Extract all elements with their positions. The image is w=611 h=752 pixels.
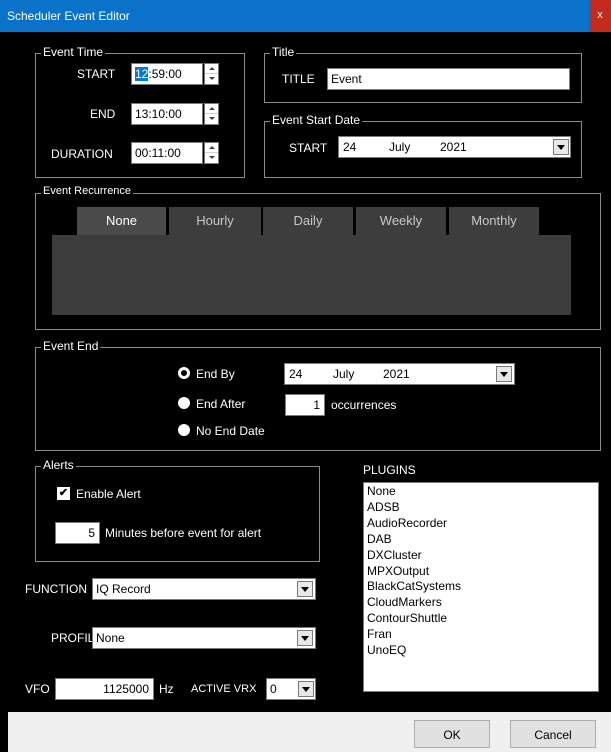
end-by-radio[interactable] xyxy=(178,367,190,379)
active-vrx-label: ACTIVE VRX xyxy=(191,683,257,695)
start-date-label: START xyxy=(289,141,328,155)
plugin-item[interactable]: DAB xyxy=(367,532,595,548)
tab-none[interactable]: None xyxy=(77,207,166,235)
function-select[interactable]: IQ Record xyxy=(92,578,316,600)
vfo-label: VFO xyxy=(25,682,50,696)
alerts-group: Alerts xyxy=(35,458,320,562)
close-button[interactable]: x xyxy=(589,0,611,32)
vfo-input[interactable]: 1125000 xyxy=(55,678,154,700)
title-legend: Title xyxy=(270,45,297,59)
no-end-date-label: No End Date xyxy=(196,424,265,438)
end-by-dropdown-button[interactable] xyxy=(496,366,512,382)
tab-monthly[interactable]: Monthly xyxy=(449,207,539,235)
plugin-item[interactable]: None xyxy=(367,484,595,500)
start-time-label: START xyxy=(77,67,116,81)
start-time-spinner[interactable] xyxy=(204,63,219,85)
alerts-legend: Alerts xyxy=(41,458,76,472)
title-bar[interactable]: Scheduler Event Editor x xyxy=(0,0,611,32)
active-vrx-dropdown-button[interactable] xyxy=(298,681,314,697)
tab-hourly[interactable]: Hourly xyxy=(169,207,261,235)
end-time-down[interactable] xyxy=(205,114,218,124)
tab-weekly[interactable]: Weekly xyxy=(356,207,446,235)
recurrence-tab-panel xyxy=(52,235,571,315)
function-dropdown-button[interactable] xyxy=(297,581,313,597)
plugin-item[interactable]: ADSB xyxy=(367,500,595,516)
start-date-day: 24 xyxy=(343,140,357,154)
occurrences-label: occurrences xyxy=(331,398,397,412)
event-end-legend: Event End xyxy=(41,339,101,353)
duration-spinner[interactable] xyxy=(204,142,219,164)
end-time-label: END xyxy=(90,107,116,121)
function-label: FUNCTION xyxy=(25,582,87,596)
enable-alert-label: Enable Alert xyxy=(76,487,141,501)
occurrences-input[interactable]: 1 xyxy=(285,394,325,416)
no-end-date-radio[interactable] xyxy=(178,424,190,436)
profile-select[interactable]: None xyxy=(92,627,316,649)
vfo-unit: Hz xyxy=(159,682,174,696)
event-recurrence-legend: Event Recurrence xyxy=(41,185,134,197)
event-time-legend: Event Time xyxy=(41,45,106,59)
plugin-item[interactable]: AudioRecorder xyxy=(367,516,595,532)
end-by-date-picker[interactable]: 24 July 2021 xyxy=(284,363,515,385)
plugins-label: PLUGINS xyxy=(363,463,416,477)
end-time-field[interactable]: 13:10:00 xyxy=(131,103,203,125)
plugin-item[interactable]: Fran xyxy=(367,627,595,643)
start-date-dropdown-button[interactable] xyxy=(553,139,569,155)
start-date-month: July xyxy=(389,140,411,154)
end-after-radio[interactable] xyxy=(178,397,190,409)
start-time-hours: 12 xyxy=(135,67,149,81)
duration-up[interactable] xyxy=(205,143,218,153)
plugin-item[interactable]: UnoEQ xyxy=(367,643,595,659)
plugin-item[interactable]: ContourShuttle xyxy=(367,611,595,627)
duration-field[interactable]: 00:11:00 xyxy=(131,142,203,164)
title-label: TITLE xyxy=(282,72,315,86)
window-title: Scheduler Event Editor xyxy=(7,9,130,23)
ok-button[interactable]: OK xyxy=(414,720,490,748)
end-by-label: End By xyxy=(196,367,235,381)
end-by-year: 2021 xyxy=(383,367,410,381)
profile-dropdown-button[interactable] xyxy=(297,630,313,646)
alert-minutes-input[interactable]: 5 xyxy=(55,522,100,544)
start-time-rest: :59:00 xyxy=(148,67,182,81)
enable-alert-checkbox[interactable]: ✔ xyxy=(57,487,70,500)
start-time-field[interactable]: 12:59:00 xyxy=(131,63,203,85)
start-date-picker[interactable]: 24 July 2021 xyxy=(338,136,571,158)
plugin-item[interactable]: CloudMarkers xyxy=(367,595,595,611)
end-by-day: 24 xyxy=(289,367,303,381)
alert-minutes-label: Minutes before event for alert xyxy=(105,526,262,540)
scheduler-event-editor-window: Scheduler Event Editor x Event Time STAR… xyxy=(0,0,611,752)
start-date-year: 2021 xyxy=(440,140,467,154)
event-start-date-legend: Event Start Date xyxy=(270,113,363,127)
end-time-up[interactable] xyxy=(205,104,218,114)
start-time-down[interactable] xyxy=(205,74,218,84)
plugin-item[interactable]: MPXOutput xyxy=(367,564,595,580)
duration-label: DURATION xyxy=(51,147,113,161)
plugin-item[interactable]: BlackCatSystems xyxy=(367,579,595,595)
start-time-up[interactable] xyxy=(205,64,218,74)
cancel-button[interactable]: Cancel xyxy=(510,720,596,748)
title-input[interactable]: Event xyxy=(327,68,570,90)
plugins-list[interactable]: None ADSB AudioRecorder DAB DXCluster MP… xyxy=(363,482,599,692)
duration-down[interactable] xyxy=(205,153,218,163)
tab-daily[interactable]: Daily xyxy=(263,207,353,235)
end-after-label: End After xyxy=(196,397,246,411)
end-by-month: July xyxy=(333,367,355,381)
plugin-item[interactable]: DXCluster xyxy=(367,548,595,564)
end-time-spinner[interactable] xyxy=(204,103,219,125)
